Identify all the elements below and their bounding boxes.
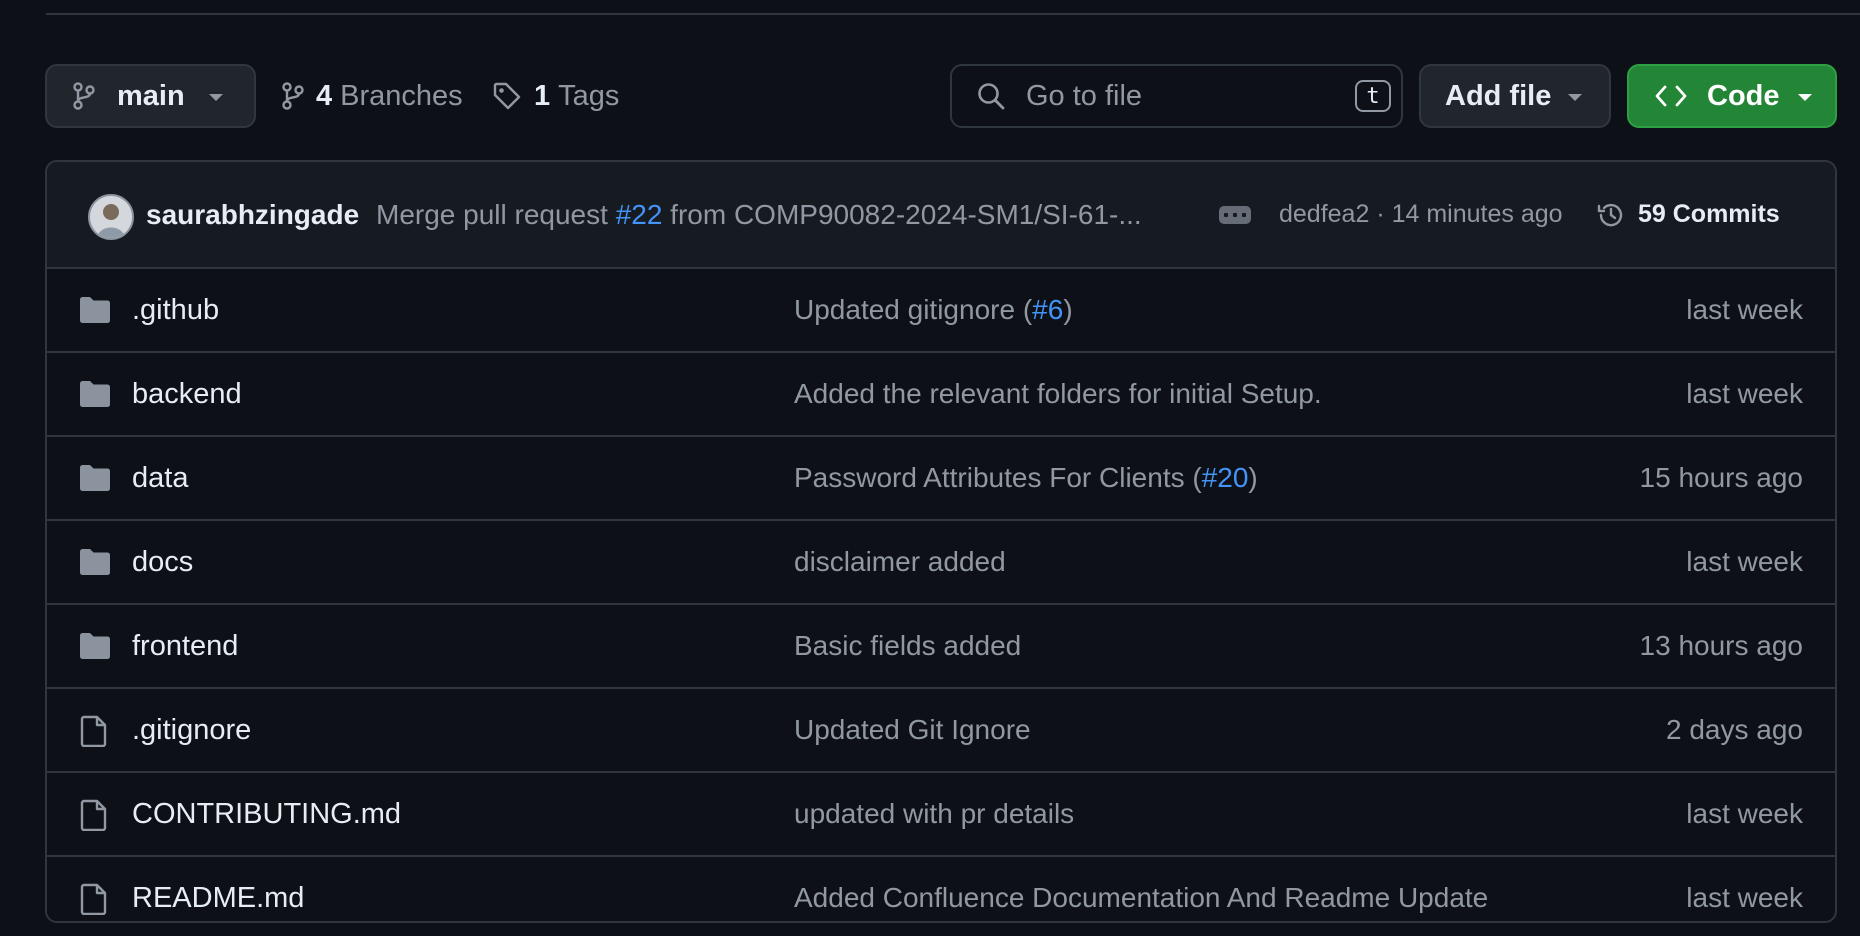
last-commit-message[interactable]: Added the relevant folders for initial S… [794, 353, 1322, 435]
add-file-label: Add file [1445, 79, 1552, 112]
file-icon [79, 715, 109, 747]
commits-count: 59 Commits [1638, 200, 1780, 228]
commit-message-prefix: Password Attributes For Clients ( [794, 462, 1202, 493]
code-label: Code [1707, 79, 1780, 112]
file-icon [79, 883, 109, 915]
branches-label: Branches [340, 79, 463, 112]
file-name-link[interactable]: .gitignore [132, 689, 251, 771]
last-commit-message[interactable]: updated with pr details [794, 773, 1074, 855]
add-file-button[interactable]: Add file [1419, 64, 1611, 128]
file-rows: .github Updated gitignore (#6) last week ba… [47, 269, 1835, 921]
last-commit-message[interactable]: disclaimer added [794, 521, 1006, 603]
folder-name-link[interactable]: backend [132, 353, 242, 435]
expand-commit-message-button[interactable] [1219, 206, 1251, 224]
last-commit-message[interactable]: Password Attributes For Clients (#20) [794, 437, 1258, 519]
folder-icon [79, 547, 111, 575]
file-name-link[interactable]: CONTRIBUTING.md [132, 773, 401, 855]
table-row[interactable]: README.md Added Confluence Documentation … [47, 857, 1835, 921]
folder-name-link[interactable]: .github [132, 269, 219, 351]
chevron-down-icon [208, 93, 224, 103]
ellipsis-icon [1233, 213, 1237, 217]
tags-label: Tags [558, 79, 620, 112]
commit-message-suffix: from COMP90082-2024-SM1/SI-61-... [662, 199, 1142, 230]
pr-link[interactable]: #20 [1202, 462, 1249, 493]
commit-author[interactable]: saurabhzingade [146, 162, 359, 267]
branch-selector-button[interactable]: main [45, 64, 256, 128]
folder-name-link[interactable]: data [132, 437, 188, 519]
table-row[interactable]: .gitignore Updated Git Ignore 2 days ago [47, 689, 1835, 773]
tags-link[interactable]: 1 Tags [492, 64, 619, 128]
file-list: saurabhzingade Merge pull request #22 fr… [45, 160, 1837, 923]
search-icon [976, 81, 1006, 111]
avatar[interactable] [88, 194, 134, 240]
tag-icon [492, 81, 522, 111]
table-row[interactable]: docs disclaimer added last week [47, 521, 1835, 605]
last-commit-time: last week [1686, 798, 1803, 829]
commit-message-prefix: Added the relevant folders for initial S… [794, 378, 1322, 409]
last-commit-time: 13 hours ago [1639, 630, 1803, 661]
commit-message-suffix: ) [1248, 462, 1258, 493]
folder-icon [79, 295, 111, 323]
last-commit-message[interactable]: Basic fields added [794, 605, 1021, 687]
keyboard-shortcut-hint: t [1355, 80, 1391, 112]
ellipsis-icon [1242, 213, 1246, 217]
divider [46, 13, 1860, 15]
commit-message-prefix: Basic fields added [794, 630, 1022, 661]
last-commit-message[interactable]: Updated gitignore (#6) [794, 269, 1073, 351]
pr-link[interactable]: #6 [1032, 294, 1063, 325]
git-branch-icon [282, 82, 304, 110]
history-icon [1596, 200, 1626, 230]
git-branch-icon [73, 82, 95, 110]
ellipsis-icon [1224, 213, 1228, 217]
last-commit-time: last week [1686, 882, 1803, 913]
file-icon [79, 799, 109, 831]
folder-name-link[interactable]: frontend [132, 605, 238, 687]
commit-hash-and-time[interactable]: dedfea2 · 14 minutes ago [1279, 162, 1563, 267]
table-row[interactable]: data Password Attributes For Clients (#20… [47, 437, 1835, 521]
commit-message-prefix: Updated Git Ignore [794, 714, 1031, 745]
branches-count: 4 [316, 79, 333, 112]
branch-name: main [117, 79, 185, 112]
file-name-link[interactable]: README.md [132, 857, 304, 921]
commit-message-prefix: disclaimer added [794, 546, 1006, 577]
commit-message[interactable]: Merge pull request #22 from COMP90082-20… [376, 162, 1142, 267]
table-row[interactable]: CONTRIBUTING.md updated with pr details la… [47, 773, 1835, 857]
commits-history-link[interactable]: 59 Commits [1596, 162, 1780, 267]
table-row[interactable]: .github Updated gitignore (#6) last week [47, 269, 1835, 353]
folder-name-link[interactable]: docs [132, 521, 193, 603]
last-commit-time: 15 hours ago [1639, 462, 1803, 493]
code-icon [1655, 84, 1687, 108]
chevron-down-icon [1797, 93, 1813, 103]
repo-file-browser: main 4 Branches 1 Tags Go to file t Add … [0, 0, 1860, 936]
last-commit-time: last week [1686, 378, 1803, 409]
last-commit-time: 2 days ago [1666, 714, 1803, 745]
commit-message-prefix: Added Confluence Documentation And Readm… [794, 882, 1489, 913]
go-to-file-input[interactable] [1024, 78, 1328, 114]
commit-message-prefix: Merge pull request [376, 199, 616, 230]
commit-message-prefix: Updated gitignore ( [794, 294, 1033, 325]
commit-message-prefix: updated with pr details [794, 798, 1075, 829]
code-button[interactable]: Code [1627, 64, 1837, 128]
last-commit-message[interactable]: Updated Git Ignore [794, 689, 1031, 771]
folder-icon [79, 463, 111, 491]
tags-count: 1 [534, 79, 551, 112]
commit-message-suffix: ) [1063, 294, 1073, 325]
branches-link[interactable]: 4 Branches [282, 64, 463, 128]
last-commit-time: last week [1686, 294, 1803, 325]
chevron-down-icon [1567, 93, 1583, 103]
table-row[interactable]: backend Added the relevant folders for in… [47, 353, 1835, 437]
folder-icon [79, 379, 111, 407]
last-commit-time: last week [1686, 546, 1803, 577]
pr-link[interactable]: #22 [616, 199, 663, 230]
latest-commit-bar: saurabhzingade Merge pull request #22 fr… [47, 162, 1835, 269]
last-commit-message[interactable]: Added Confluence Documentation And Readm… [794, 857, 1489, 921]
folder-icon [79, 631, 111, 659]
table-row[interactable]: frontend Basic fields added 13 hours ago [47, 605, 1835, 689]
go-to-file-search[interactable]: t [950, 64, 1403, 128]
